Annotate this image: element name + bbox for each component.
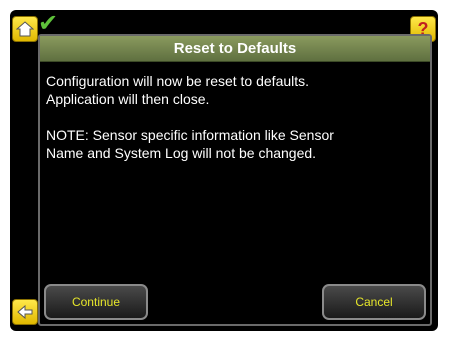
dialog-body: Configuration will now be reset to defau… [40,62,430,162]
device-screen: ✔ ? Reset to Defaults Configuration will… [10,10,438,331]
note-line-2: Name and System Log will not be changed. [46,145,317,161]
note-line-1: NOTE: Sensor specific information like S… [46,127,334,143]
message-line-2: Application will then close. [46,91,210,107]
dialog-message: Configuration will now be reset to defau… [46,72,424,108]
home-icon[interactable] [12,16,38,42]
dialog-title: Reset to Defaults [40,36,430,62]
back-arrow-icon[interactable] [12,299,38,325]
message-line-1: Configuration will now be reset to defau… [46,73,310,89]
reset-dialog: Reset to Defaults Configuration will now… [38,34,432,326]
cancel-button[interactable]: Cancel [322,284,426,320]
continue-button[interactable]: Continue [44,284,148,320]
check-icon: ✔ [38,10,59,37]
dialog-note: NOTE: Sensor specific information like S… [46,126,424,162]
